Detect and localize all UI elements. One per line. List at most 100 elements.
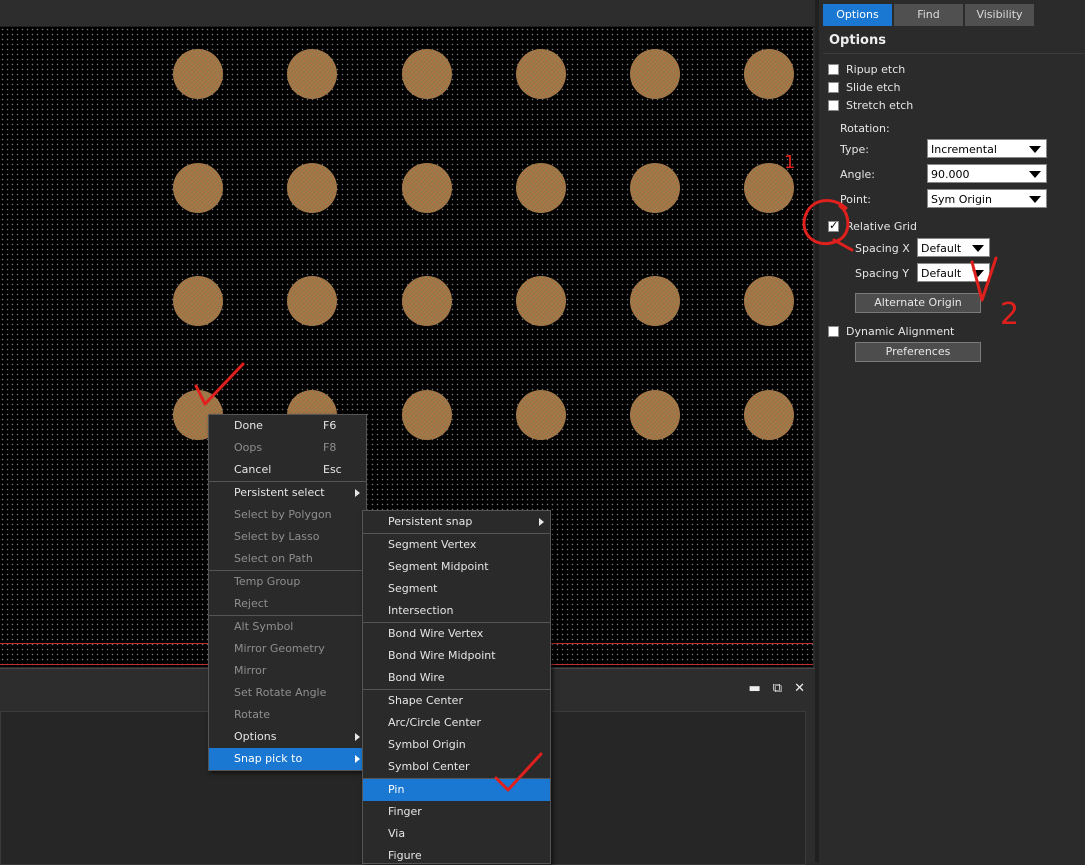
menu-item-label: Done (234, 419, 263, 432)
menu-item-options[interactable]: Options (209, 726, 366, 748)
relative-grid-checkbox[interactable] (828, 219, 839, 232)
menu-item-label: Mirror (234, 664, 267, 677)
dynamic-alignment-checkbox[interactable] (828, 326, 839, 337)
tab-visibility[interactable]: Visibility (965, 4, 1034, 26)
pad[interactable] (516, 390, 566, 440)
tab-options[interactable]: Options (823, 4, 892, 26)
type-label: Type: (840, 143, 869, 156)
pad[interactable] (402, 390, 452, 440)
menu-item-segment-midpoint[interactable]: Segment Midpoint (363, 556, 550, 578)
ripup-etch-checkbox[interactable] (828, 64, 839, 75)
ripup-etch-option[interactable]: Ripup etch (828, 63, 905, 76)
menu-item-alt-symbol[interactable]: Alt Symbol (209, 616, 366, 638)
point-label: Point: (840, 193, 872, 206)
menu-item-done[interactable]: Done F6 (209, 415, 366, 437)
point-select[interactable]: Sym Origin (927, 189, 1047, 208)
preferences-button[interactable]: Preferences (855, 342, 981, 362)
menu-item-rotate[interactable]: Rotate (209, 704, 366, 726)
pad[interactable] (173, 49, 223, 99)
menu-item-intersection[interactable]: Intersection (363, 600, 550, 622)
menu-item-label: Arc/Circle Center (388, 716, 481, 729)
restore-icon[interactable]: ⧉ (773, 681, 782, 696)
ripup-etch-label: Ripup etch (846, 63, 906, 76)
pad[interactable] (744, 276, 794, 326)
chevron-down-icon (1029, 196, 1041, 203)
pad[interactable] (402, 276, 452, 326)
submenu-arrow-icon (539, 518, 544, 526)
menu-item-label: Symbol Origin (388, 738, 466, 751)
spacing-y-value: Default (921, 267, 962, 280)
menu-item-temp-group[interactable]: Temp Group (209, 571, 366, 593)
pad[interactable] (744, 163, 794, 213)
menu-item-label: Mirror Geometry (234, 642, 325, 655)
menu-item-shape-center[interactable]: Shape Center (363, 690, 550, 712)
tab-find[interactable]: Find (894, 4, 963, 26)
slide-etch-option[interactable]: Slide etch (828, 81, 900, 94)
menu-item-oops[interactable]: Oops F8 (209, 437, 366, 459)
stretch-etch-checkbox[interactable] (828, 100, 839, 111)
menu-item-segment[interactable]: Segment (363, 578, 550, 600)
menu-item-finger[interactable]: Finger (363, 801, 550, 823)
pad[interactable] (287, 276, 337, 326)
menu-item-label: Reject (234, 597, 269, 610)
dynamic-alignment-label: Dynamic Alignment (846, 325, 955, 338)
menu-item-mirror-geometry[interactable]: Mirror Geometry (209, 638, 366, 660)
menu-item-persistent-snap[interactable]: Persistent snap (363, 511, 550, 533)
menu-item-pin[interactable]: Pin (363, 779, 550, 801)
menu-item-figure[interactable]: Figure (363, 845, 550, 863)
minimize-icon[interactable]: ▬ (749, 681, 761, 696)
pad[interactable] (516, 163, 566, 213)
pad[interactable] (516, 276, 566, 326)
angle-select[interactable]: 90.000 (927, 164, 1047, 183)
pad[interactable] (630, 390, 680, 440)
spacing-y-select[interactable]: Default (917, 263, 990, 282)
pad[interactable] (744, 49, 794, 99)
pad[interactable] (402, 49, 452, 99)
menu-item-label: Bond Wire Midpoint (388, 649, 496, 662)
menu-item-bond-wire[interactable]: Bond Wire (363, 667, 550, 689)
pad[interactable] (516, 49, 566, 99)
menu-item-via[interactable]: Via (363, 823, 550, 845)
stretch-etch-option[interactable]: Stretch etch (828, 99, 913, 112)
pad[interactable] (173, 163, 223, 213)
menu-item-label: Pin (388, 783, 405, 796)
menu-item-segment-vertex[interactable]: Segment Vertex (363, 534, 550, 556)
rotation-label: Rotation: (840, 122, 890, 135)
close-icon[interactable]: ✕ (794, 681, 805, 696)
alternate-origin-button[interactable]: Alternate Origin (855, 293, 981, 313)
menu-item-set-rotate-angle[interactable]: Set Rotate Angle (209, 682, 366, 704)
menu-item-label: Options (234, 730, 277, 743)
menu-item-persistent-select[interactable]: Persistent select (209, 482, 366, 504)
menu-item-select-by-polygon[interactable]: Select by Polygon (209, 504, 366, 526)
menu-item-label: Snap pick to (234, 752, 303, 765)
spacing-x-value: Default (921, 242, 962, 255)
menu-item-select-by-lasso[interactable]: Select by Lasso (209, 526, 366, 548)
pad[interactable] (744, 390, 794, 440)
menu-item-mirror[interactable]: Mirror (209, 660, 366, 682)
menu-item-reject[interactable]: Reject (209, 593, 366, 615)
menu-item-symbol-origin[interactable]: Symbol Origin (363, 734, 550, 756)
relative-grid-option[interactable]: Relative Grid (828, 219, 917, 233)
type-select[interactable]: Incremental (927, 139, 1047, 158)
spacing-x-select[interactable]: Default (917, 238, 990, 257)
pad[interactable] (402, 163, 452, 213)
menu-item-label: Finger (388, 805, 422, 818)
menu-item-bond-wire-vertex[interactable]: Bond Wire Vertex (363, 623, 550, 645)
menu-item-label: Cancel (234, 463, 272, 476)
pad[interactable] (173, 276, 223, 326)
slide-etch-checkbox[interactable] (828, 82, 839, 93)
sidebar-tabs: Options Find Visibility (823, 4, 1034, 26)
menu-item-arc-circle-center[interactable]: Arc/Circle Center (363, 712, 550, 734)
dynamic-alignment-option[interactable]: Dynamic Alignment (828, 325, 954, 338)
menu-item-bond-wire-midpoint[interactable]: Bond Wire Midpoint (363, 645, 550, 667)
pad[interactable] (287, 163, 337, 213)
menu-item-symbol-center[interactable]: Symbol Center (363, 756, 550, 778)
pad[interactable] (630, 276, 680, 326)
menu-item-select-on-path[interactable]: Select on Path (209, 548, 366, 570)
menu-item-cancel[interactable]: Cancel Esc (209, 459, 366, 481)
menu-item-snap-pick-to[interactable]: Snap pick to (209, 748, 366, 770)
pad[interactable] (630, 163, 680, 213)
pad[interactable] (287, 49, 337, 99)
pad[interactable] (630, 49, 680, 99)
menu-item-label: Bond Wire (388, 671, 445, 684)
